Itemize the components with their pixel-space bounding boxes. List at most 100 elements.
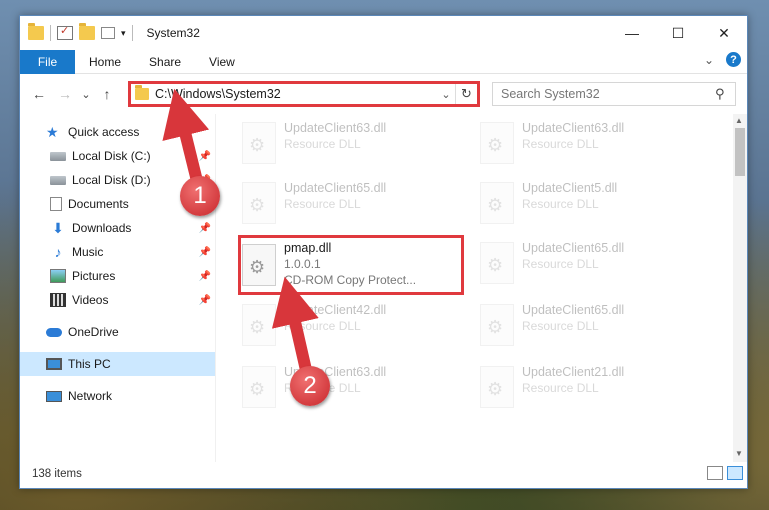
address-dropdown-icon[interactable]: ⌄	[437, 88, 455, 101]
downloads-icon: ⬇	[52, 220, 64, 236]
file-name: UpdateClient65.dll	[284, 181, 387, 195]
tab-file[interactable]: File	[20, 49, 75, 74]
dll-file-icon	[242, 366, 276, 408]
file-item[interactable]: UpdateClient63.dll Resource DLL	[236, 116, 464, 170]
scroll-down-icon[interactable]: ▼	[735, 449, 743, 458]
recent-locations-button[interactable]: ⌄	[78, 88, 94, 101]
sidebar-item-this-pc[interactable]: This PC	[20, 352, 215, 376]
file-item[interactable]: UpdateClient21.dll Resource DLL	[474, 360, 702, 414]
window-controls: — ☐ ✕	[609, 16, 747, 50]
sidebar-item-label: This PC	[68, 357, 111, 371]
pictures-icon	[50, 269, 66, 283]
dll-file-icon	[480, 366, 514, 408]
file-item[interactable]: UpdateClient42.dll Resource DLL	[236, 298, 464, 352]
search-input[interactable]: Search System32 ⚲	[492, 82, 736, 106]
pin-icon[interactable]: 📌	[199, 151, 211, 162]
sidebar-item-label: Downloads	[72, 221, 132, 235]
file-name: UpdateClient65.dll	[522, 303, 625, 317]
sidebar-item-music[interactable]: ♪ Music 📌	[20, 240, 215, 264]
up-button[interactable]: ↑	[94, 86, 120, 102]
sidebar-item-label: Network	[68, 389, 113, 403]
scroll-up-icon[interactable]: ▲	[735, 116, 743, 125]
address-bar[interactable]: C:\Windows\System32 ⌄ ↻	[128, 81, 480, 107]
separator	[131, 25, 133, 41]
videos-icon	[50, 293, 66, 307]
tab-home[interactable]: Home	[75, 50, 135, 74]
sidebar-item-label: Videos	[72, 293, 109, 307]
pin-icon[interactable]: 📌	[199, 295, 211, 306]
file-name: UpdateClient63.dll	[284, 121, 387, 135]
file-name: UpdateClient21.dll	[522, 365, 625, 379]
maximize-button[interactable]: ☐	[655, 16, 701, 50]
dll-file-icon	[242, 182, 276, 224]
scrollbar-thumb[interactable]	[735, 128, 745, 176]
forward-button[interactable]: →	[52, 86, 78, 102]
file-item[interactable]: UpdateClient65.dll Resource DLL	[236, 176, 464, 230]
pin-icon[interactable]: 📌	[199, 247, 211, 258]
file-item[interactable]: UpdateClient5.dll Resource DLL	[474, 176, 702, 230]
dll-file-icon	[480, 304, 514, 346]
vertical-scrollbar[interactable]: ▲ ▼	[733, 114, 747, 462]
sidebar-item-label: OneDrive	[68, 325, 119, 339]
customize-toolbar-icon[interactable]	[101, 27, 115, 39]
onedrive-icon	[46, 327, 62, 337]
sidebar-item-onedrive[interactable]: OneDrive	[20, 320, 215, 344]
explorer-body: ★ Quick access Local Disk (C:) 📌 Local D…	[20, 114, 747, 462]
sidebar-item-videos[interactable]: Videos 📌	[20, 288, 215, 312]
qat-dropdown-icon[interactable]: ▾	[121, 28, 126, 39]
folder-icon	[28, 23, 44, 40]
pin-icon[interactable]: 📌	[199, 271, 211, 282]
tab-view[interactable]: View	[195, 50, 249, 74]
file-description: Resource DLL	[522, 197, 599, 211]
new-folder-icon[interactable]	[79, 23, 95, 40]
expand-ribbon-icon[interactable]: ⌄	[704, 53, 714, 67]
file-description: Resource DLL	[522, 137, 599, 151]
file-name: UpdateClient5.dll	[522, 181, 618, 195]
address-path[interactable]: C:\Windows\System32	[155, 87, 437, 101]
dll-file-icon	[480, 242, 514, 284]
minimize-button[interactable]: —	[609, 16, 655, 50]
close-button[interactable]: ✕	[701, 16, 747, 50]
file-description: Resource DLL	[284, 319, 361, 333]
help-icon[interactable]: ?	[726, 52, 741, 67]
step-2-badge: 2	[290, 366, 330, 406]
sidebar-item-local-disk-c[interactable]: Local Disk (C:) 📌	[20, 144, 215, 168]
search-placeholder[interactable]: Search System32	[501, 87, 715, 101]
view-buttons	[707, 466, 743, 480]
sidebar-item-downloads[interactable]: ⬇ Downloads 📌	[20, 216, 215, 240]
file-item[interactable]: UpdateClient63.dllResource DLL	[236, 360, 464, 414]
quick-access-toolbar: ▾ System32	[20, 23, 200, 41]
navigation-pane: ★ Quick access Local Disk (C:) 📌 Local D…	[20, 114, 216, 462]
properties-icon[interactable]	[57, 24, 73, 40]
file-description: Resource DLL	[522, 319, 599, 333]
step-1-badge: 1	[180, 176, 220, 216]
documents-icon	[50, 197, 62, 211]
sidebar-item-label: Pictures	[72, 269, 116, 283]
refresh-button[interactable]: ↻	[455, 84, 477, 104]
title-bar: ▾ System32 — ☐ ✕	[20, 16, 747, 50]
sidebar-item-network[interactable]: Network	[20, 384, 215, 408]
sidebar-item-label: Local Disk (D:)	[72, 173, 151, 187]
pc-icon	[46, 358, 62, 370]
sidebar-item-quick-access[interactable]: ★ Quick access	[20, 120, 215, 144]
file-name: UpdateClient63.dll	[522, 121, 625, 135]
pmap-highlight-box	[238, 235, 464, 295]
file-item[interactable]: UpdateClient65.dll Resource DLL	[474, 298, 702, 352]
file-item[interactable]: UpdateClient65.dll Resource DLL	[474, 236, 702, 290]
file-item[interactable]: UpdateClient63.dll Resource DLL	[474, 116, 702, 170]
sidebar-item-pictures[interactable]: Pictures 📌	[20, 264, 215, 288]
dll-file-icon	[480, 122, 514, 164]
tab-share[interactable]: Share	[135, 50, 195, 74]
navigation-bar: ← → ⌄ ↑ C:\Windows\System32 ⌄ ↻ Search S…	[20, 74, 747, 114]
search-icon[interactable]: ⚲	[715, 86, 735, 102]
large-icons-view-icon[interactable]	[727, 466, 743, 480]
pin-icon[interactable]: 📌	[199, 223, 211, 234]
sidebar-item-label: Music	[72, 245, 104, 259]
file-description: Resource DLL	[522, 381, 599, 395]
ribbon-controls: ⌄ ?	[704, 52, 741, 67]
dll-file-icon	[242, 122, 276, 164]
file-description: Resource DLL	[284, 137, 361, 151]
back-button[interactable]: ←	[26, 86, 52, 102]
separator	[50, 25, 51, 41]
details-view-icon[interactable]	[707, 466, 723, 480]
